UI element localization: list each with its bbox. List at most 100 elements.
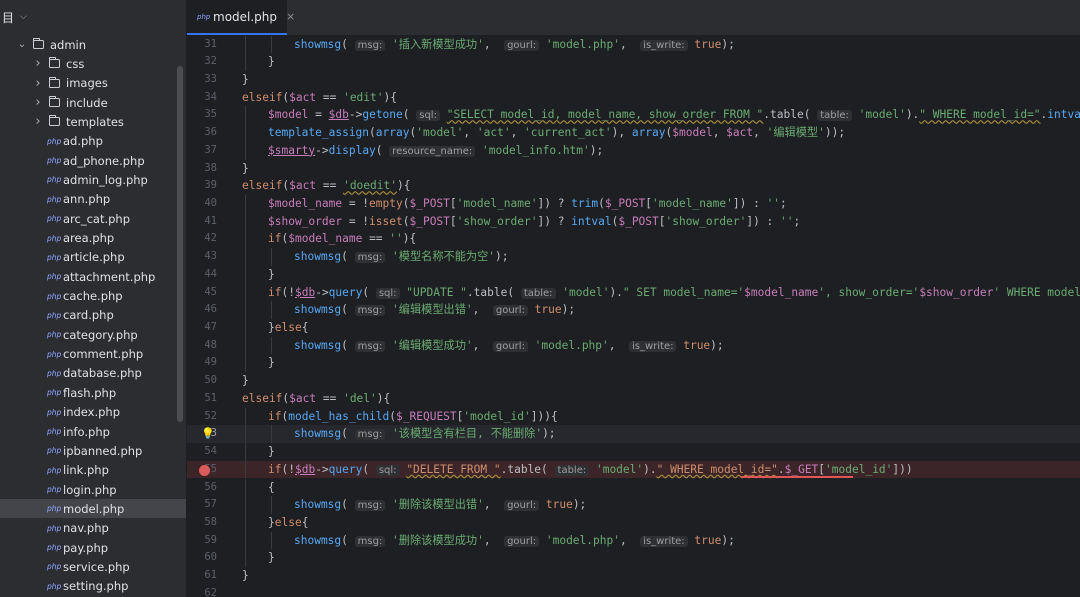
code-token: ); — [589, 143, 604, 157]
tree-file[interactable]: php model.php — [0, 499, 186, 519]
tree-file[interactable]: php ad_phone.php — [0, 151, 186, 170]
tree-file[interactable]: php category.php — [0, 325, 186, 344]
code-token: showmsg — [294, 498, 342, 512]
code-line[interactable]: 54} — [187, 443, 1080, 461]
code-line[interactable]: 61} — [187, 567, 1080, 585]
code-line[interactable]: 51 elseif($act == 'del'){ — [187, 390, 1080, 408]
code-line[interactable]: 53 💡 showmsg( msg: '该模型含有栏目, 不能删除'); — [187, 425, 1080, 444]
code-content: } — [268, 354, 275, 372]
code-line[interactable]: 33} — [187, 71, 1080, 89]
code-line[interactable]: 50} — [187, 372, 1080, 390]
tree-file[interactable]: php attachment.php — [0, 267, 186, 286]
code-line[interactable]: 57 showmsg( msg: '删除该模型出错', gourl: true); — [187, 496, 1080, 514]
code-line[interactable]: 42 if($model_name == ''){ — [187, 230, 1080, 249]
tree-file[interactable]: php service.php — [0, 557, 186, 576]
code-line[interactable]: 62 — [187, 585, 1080, 597]
code-line[interactable]: 58}else{ — [187, 513, 1080, 532]
code-editor[interactable]: 31 showmsg( msg: '插入新模型成功', gourl: 'model… — [187, 35, 1080, 597]
tree-item-label: card.php — [63, 308, 114, 323]
indent-guide — [245, 319, 246, 337]
project-header[interactable]: 目 ⌵ — [0, 0, 186, 34]
tree-file[interactable]: php link.php — [0, 461, 186, 480]
breakpoint-icon[interactable] — [199, 464, 210, 476]
lightbulb-icon[interactable]: 💡 — [201, 425, 215, 443]
tab-label: model.php — [213, 9, 278, 24]
code-token: , — [463, 126, 477, 140]
code-line[interactable]: 38} — [187, 160, 1080, 178]
tree-file[interactable]: php admin_log.php — [0, 170, 186, 189]
chevron-down-icon[interactable]: ⌄ — [16, 39, 28, 50]
code-token: ( — [369, 126, 376, 140]
tree-folder[interactable]: › include — [0, 93, 186, 112]
tab-model-php[interactable]: php model.php × — [187, 0, 295, 35]
tree-item-label: info.php — [63, 424, 110, 439]
code-line[interactable]: 55 if(!$db->query( sql: "DELETE FROM ".ta… — [187, 460, 1080, 479]
tree-file[interactable]: php pay.php — [0, 538, 186, 557]
tree-file[interactable]: php comment.php — [0, 345, 186, 364]
code-line[interactable]: 34 elseif($act == 'edit'){ — [187, 89, 1080, 107]
code-line[interactable]: 39 elseif($act == 'doedit'){ — [187, 177, 1080, 195]
code-line[interactable]: 35 $model = $db->getone( sql: "SELECT mod… — [187, 106, 1080, 125]
code-token: 'model_name' — [456, 196, 538, 210]
tree-file[interactable]: php article.php — [0, 248, 186, 267]
code-content: } — [268, 53, 275, 71]
code-token: table — [507, 462, 542, 476]
tree-file[interactable]: php card.php — [0, 306, 186, 325]
tree-file[interactable]: php info.php — [0, 422, 186, 441]
code-token: $model_name — [288, 232, 363, 246]
indent-guide — [245, 354, 246, 373]
code-line[interactable]: 36 template_assign(array('model', 'act', … — [187, 124, 1080, 142]
code-token: { — [268, 480, 275, 494]
code-line[interactable]: 44} — [187, 265, 1080, 284]
sidebar-scrollbar[interactable] — [177, 66, 183, 422]
code-content: } — [268, 443, 275, 461]
tree-file[interactable]: php area.php — [0, 229, 186, 248]
code-line[interactable]: 56 { — [187, 478, 1080, 497]
tree-file[interactable]: php ipbanned.php — [0, 441, 186, 460]
tree-folder[interactable]: › templates — [0, 112, 186, 131]
tree-file[interactable]: php ad.php — [0, 132, 186, 151]
tree-folder[interactable]: › css — [0, 54, 186, 73]
chevron-right-icon[interactable]: › — [32, 114, 44, 129]
tree-file[interactable]: php ann.php — [0, 190, 186, 209]
code-token: true — [687, 533, 722, 547]
close-icon[interactable]: × — [286, 10, 295, 23]
code-line[interactable]: 41 $show_order = !isset($_POST['show_orde… — [187, 212, 1080, 231]
chevron-down-icon[interactable]: ⌵ — [20, 12, 27, 22]
code-line[interactable]: 32} — [187, 53, 1080, 71]
tree-file[interactable]: php login.php — [0, 480, 186, 499]
php-file-icon: php — [47, 446, 62, 456]
line-number: 46 — [204, 303, 217, 316]
chevron-right-icon[interactable]: › — [32, 95, 44, 110]
tree-folder[interactable]: ⌄ admin — [0, 35, 186, 54]
tree-item-label: index.php — [63, 405, 121, 420]
folder-icon — [49, 115, 60, 127]
code-line[interactable]: 60} — [187, 549, 1080, 568]
code-line[interactable]: 46 showmsg( msg: '编辑模型出错', gourl: true); — [187, 301, 1080, 320]
code-line[interactable]: 59 showmsg( msg: '删除该模型成功', gourl: 'model… — [187, 531, 1080, 550]
tree-file[interactable]: php nav.php — [0, 519, 186, 538]
tree-file[interactable]: php database.php — [0, 364, 186, 383]
code-line[interactable]: 37 $smarty->display( resource_name: 'mode… — [187, 141, 1080, 160]
code-line[interactable]: 47}else{ — [187, 319, 1080, 337]
code-token: table — [473, 285, 508, 299]
chevron-right-icon[interactable]: › — [32, 56, 44, 71]
code-line[interactable]: 43 showmsg( msg: '模型名称不能为空'); — [187, 248, 1080, 266]
tree-file[interactable]: php arc_cat.php — [0, 209, 186, 228]
tree-file[interactable]: php flash.php — [0, 383, 186, 402]
code-token: { — [301, 515, 309, 529]
code-line[interactable]: 40 $model_name = !empty($_POST['model_nam… — [187, 194, 1080, 213]
chevron-right-icon[interactable]: › — [32, 76, 44, 91]
code-line[interactable]: 31 showmsg( msg: '插入新模型成功', gourl: 'model… — [187, 35, 1080, 54]
code-line[interactable]: 52 if(model_has_child($_REQUEST['model_id… — [187, 407, 1080, 426]
tree-file[interactable]: php cache.php — [0, 287, 186, 306]
tree-folder[interactable]: › images — [0, 74, 186, 93]
tree-file[interactable]: php setting.php — [0, 577, 186, 596]
code-line[interactable]: 45 if(!$db->query( sql: "UPDATE ".table( … — [187, 283, 1080, 302]
code-token: , — [608, 338, 629, 352]
tree-file[interactable]: php index.php — [0, 403, 186, 422]
code-line[interactable]: 48 showmsg( msg: '编辑模型成功', gourl: 'model.… — [187, 336, 1080, 355]
code-line[interactable]: 49} — [187, 354, 1080, 373]
code-token: showmsg — [294, 303, 342, 317]
code-token: else — [274, 321, 302, 335]
